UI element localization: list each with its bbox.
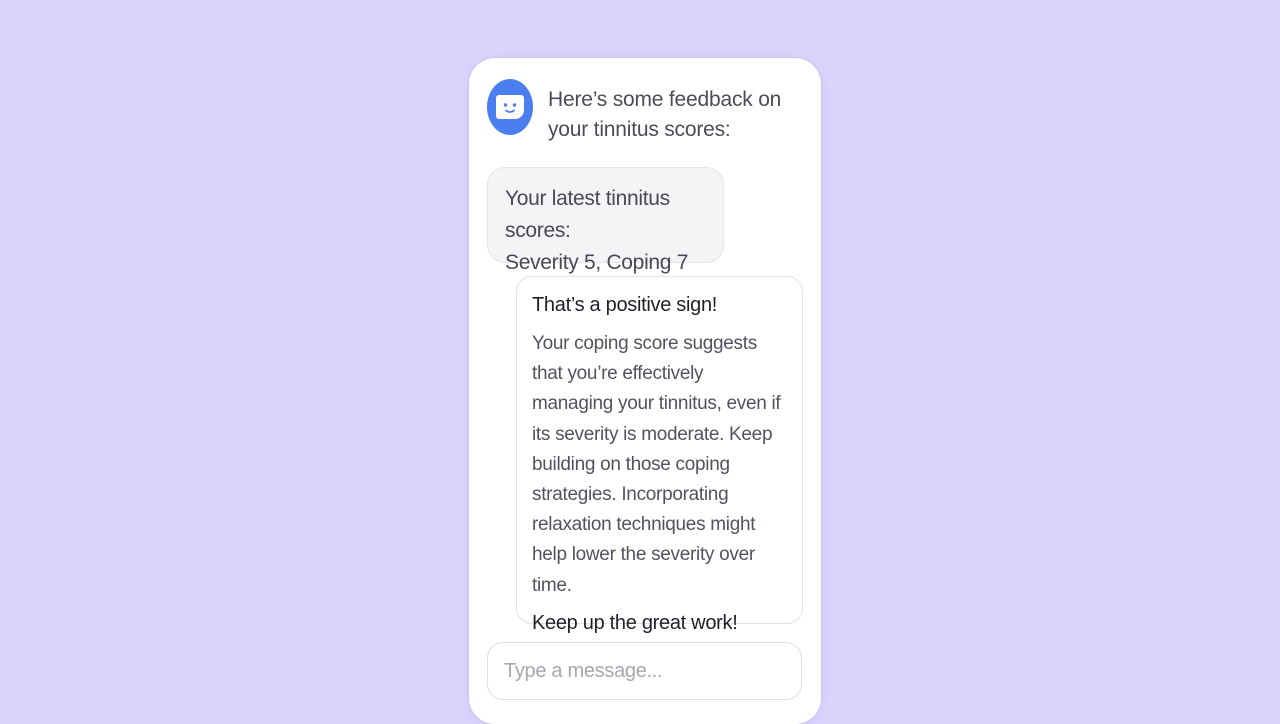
assistant-intro-message: Here’s some feedback on your tinnitus sc…: [548, 88, 782, 141]
chat-panel: Here’s some feedback on your tinnitus sc…: [469, 58, 821, 724]
feedback-body: Your coping score suggests that you’re e…: [532, 333, 781, 596]
feedback-title: That’s a positive sign!: [532, 294, 718, 316]
feedback-closing: Keep up the great work!: [532, 611, 738, 634]
assistant-avatar: [487, 79, 533, 135]
feedback-message-bubble: That’s a positive sign! Your coping scor…: [516, 276, 803, 634]
chat-bot-face-icon: [496, 95, 524, 119]
message-input[interactable]: [504, 659, 801, 683]
scores-message-bubble: Your latest tinnitus scores: Severity 5,…: [487, 167, 724, 274]
scores-line-title: Your latest tinnitus scores:: [505, 187, 670, 242]
message-composer[interactable]: [487, 642, 802, 700]
scores-line-values: Severity 5, Coping 7: [505, 251, 689, 274]
